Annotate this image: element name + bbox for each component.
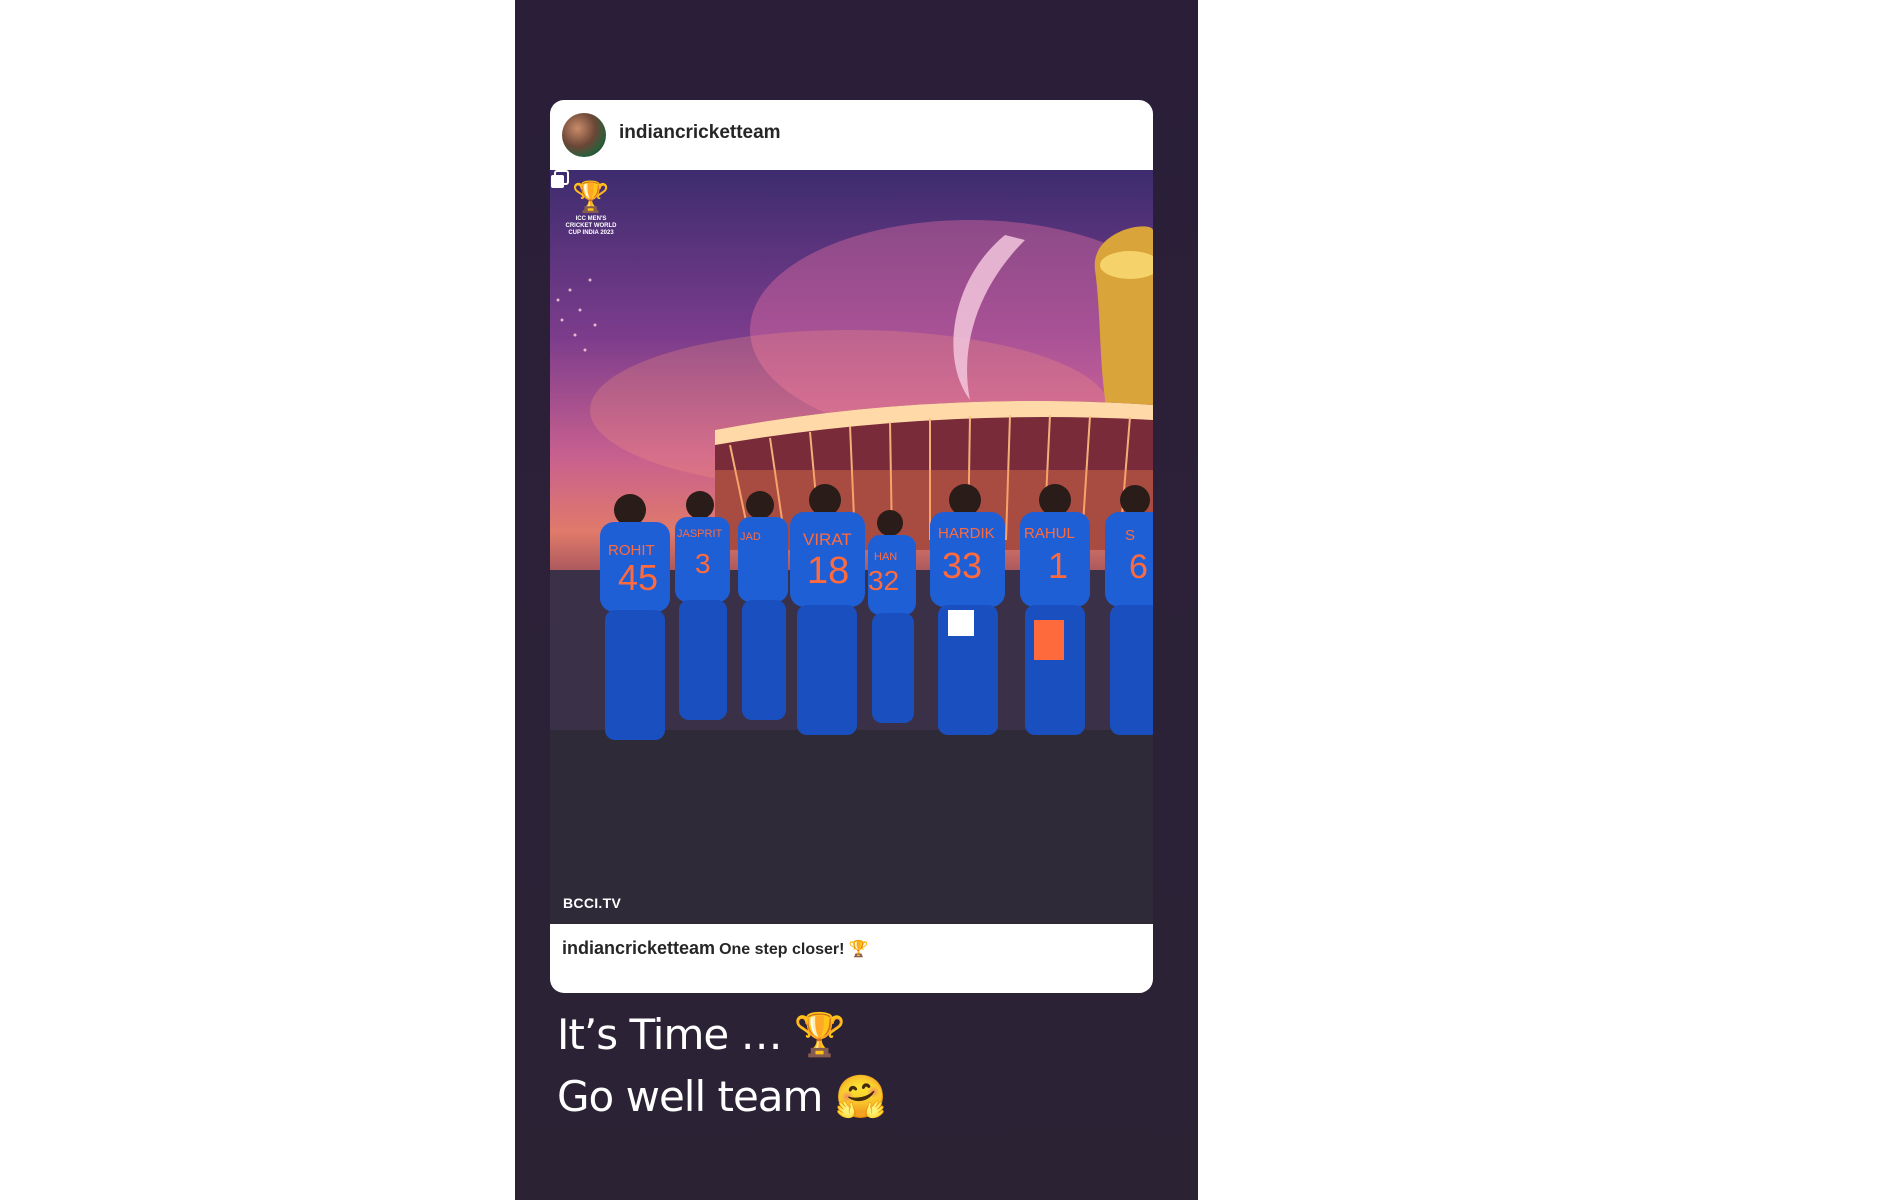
svg-text:HAN: HAN (874, 551, 897, 563)
svg-text:JASPRIT: JASPRIT (677, 528, 723, 540)
svg-text:HARDIK: HARDIK (938, 525, 995, 542)
post-username[interactable]: indiancricketteam (619, 122, 781, 144)
svg-text:45: 45 (618, 557, 658, 598)
story-text-line-2: Go well team 🤗 (557, 1072, 887, 1121)
svg-text:32: 32 (868, 565, 899, 596)
post-header: indiancricketteam (550, 100, 1153, 170)
svg-text:3: 3 (695, 548, 711, 579)
svg-text:1: 1 (1048, 545, 1068, 586)
caption-text: One step closer! 🏆 (719, 941, 869, 958)
caption-username[interactable]: indiancricketteam (562, 938, 715, 958)
story-viewer: indiancricketteam ROHIT 45 JASPRIT 3 JAD… (515, 0, 1198, 1200)
trophy-icon: 🏆 (572, 181, 610, 214)
svg-text:33: 33 (942, 545, 982, 586)
svg-text:18: 18 (807, 550, 849, 592)
post-caption: indiancricketteam One step closer! 🏆 (562, 938, 869, 959)
carousel-icon (551, 170, 569, 188)
story-text-line-1: It’s Time … 🏆 (557, 1010, 846, 1059)
svg-text:VIRAT: VIRAT (803, 530, 852, 549)
post-image[interactable]: ROHIT 45 JASPRIT 3 JAD VIRAT 18 HAN 32 H… (550, 170, 1153, 924)
logo-text: ICC MEN'S CRICKET WORLD CUP INDIA 2023 (565, 216, 617, 236)
image-watermark: BCCI.TV (563, 895, 622, 911)
avatar[interactable] (562, 113, 606, 157)
svg-text:RAHUL: RAHUL (1024, 525, 1075, 542)
shared-post-card[interactable]: indiancricketteam ROHIT 45 JASPRIT 3 JAD… (550, 100, 1153, 993)
svg-text:6: 6 (1129, 548, 1148, 586)
world-cup-logo: 🏆 ICC MEN'S CRICKET WORLD CUP INDIA 2023 (564, 180, 618, 237)
post-artwork: ROHIT 45 JASPRIT 3 JAD VIRAT 18 HAN 32 H… (550, 220, 1153, 924)
svg-text:S: S (1125, 527, 1135, 544)
svg-text:JAD: JAD (740, 531, 761, 543)
